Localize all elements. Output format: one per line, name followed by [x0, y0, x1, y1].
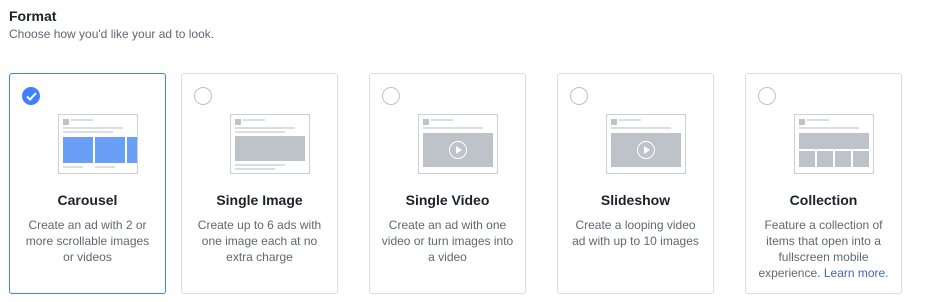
collection-preview-thumbnail: [794, 114, 874, 174]
section-title: Format: [9, 8, 57, 24]
single-image-preview-thumbnail: [230, 114, 310, 174]
learn-more-link[interactable]: Learn more.: [824, 266, 889, 280]
format-title: Single Image: [216, 192, 303, 208]
single-video-preview-thumbnail: [418, 114, 498, 174]
slideshow-preview-thumbnail: [606, 114, 686, 174]
format-title: Collection: [789, 192, 858, 208]
format-description: Create a looping video ad with up to 10 …: [572, 218, 699, 248]
format-card-carousel[interactable]: Carousel Create an ad with 2 or more scr…: [9, 73, 166, 294]
format-description: Feature a collection of items that open …: [756, 217, 891, 281]
radio-unselected[interactable]: [570, 87, 588, 105]
format-title: Single Video: [405, 192, 490, 208]
checkmark-icon: [26, 92, 37, 101]
radio-selected[interactable]: [22, 87, 40, 105]
format-card-single-video[interactable]: Single Video Create an ad with one video…: [369, 73, 526, 294]
section-subtitle: Choose how you'd like your ad to look.: [9, 27, 215, 41]
carousel-preview-thumbnail: [58, 114, 138, 174]
format-description: Create an ad with one video or turn imag…: [381, 218, 514, 264]
radio-unselected[interactable]: [194, 87, 212, 105]
format-card-collection[interactable]: Collection Feature a collection of items…: [745, 73, 902, 294]
format-description: Create up to 6 ads with one image each a…: [197, 218, 322, 264]
format-title: Slideshow: [600, 192, 671, 208]
format-title: Carousel: [57, 192, 118, 208]
format-card-single-image[interactable]: Single Image Create up to 6 ads with one…: [181, 73, 338, 294]
play-icon: [637, 141, 655, 159]
radio-unselected[interactable]: [382, 87, 400, 105]
format-description: Create an ad with 2 or more scrollable i…: [25, 218, 150, 264]
format-card-slideshow[interactable]: Slideshow Create a looping video ad with…: [557, 73, 714, 294]
format-header: Format Choose how you'd like your ad to …: [9, 7, 214, 42]
radio-unselected[interactable]: [758, 87, 776, 105]
play-icon: [449, 141, 467, 159]
